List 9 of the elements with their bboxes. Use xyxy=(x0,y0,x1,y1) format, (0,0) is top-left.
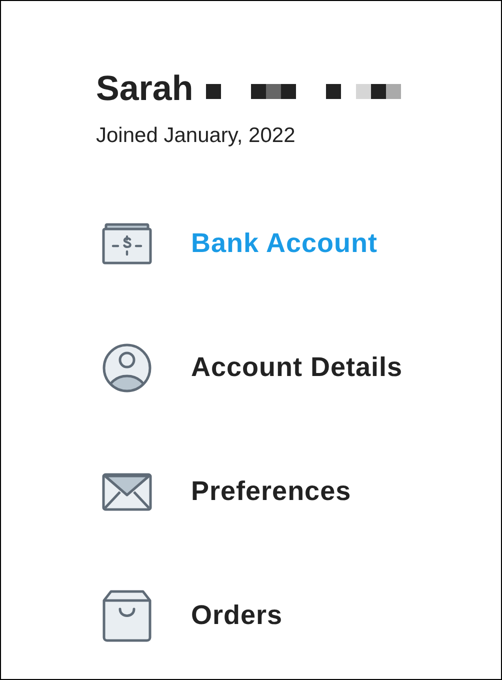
cash-icon xyxy=(102,222,152,264)
envelope-icon xyxy=(102,472,152,510)
menu-item[interactable]: Orders xyxy=(96,590,501,642)
user-name: Sarah xyxy=(96,69,194,109)
join-date: Joined January, 2022 xyxy=(96,123,296,149)
menu-item[interactable]: Preferences xyxy=(96,466,501,518)
bag-icon xyxy=(102,590,152,642)
user-icon xyxy=(102,342,152,392)
menu-item[interactable]: Account Details xyxy=(96,342,501,394)
